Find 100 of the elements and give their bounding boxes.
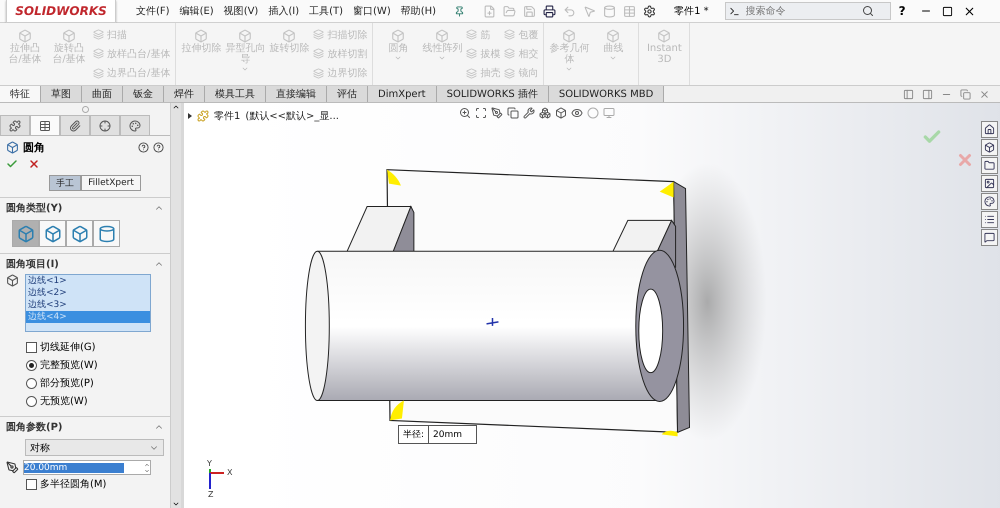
tree-node[interactable]: 零件1 bbox=[214, 109, 240, 123]
help-icon[interactable] bbox=[153, 142, 164, 153]
edge-list[interactable]: 边线<1> 边线<2> 边线<3> 边线<4> bbox=[25, 274, 151, 332]
menu-item[interactable]: 窗口(W) bbox=[353, 4, 391, 18]
radio-button[interactable] bbox=[26, 378, 37, 388]
scan-icon[interactable] bbox=[475, 107, 487, 119]
scroll-bar[interactable] bbox=[170, 103, 181, 508]
panel-tab[interactable] bbox=[30, 115, 60, 135]
ribbon-tab[interactable]: SOLIDWORKS MBD bbox=[548, 86, 664, 102]
spin-up-icon[interactable] bbox=[144, 462, 150, 468]
panel-tab[interactable] bbox=[120, 115, 150, 135]
section-title: 圆角类型(Y) bbox=[6, 202, 62, 215]
crosshair-icon bbox=[99, 120, 111, 132]
close-icon[interactable] bbox=[962, 4, 976, 18]
ribbon-tab[interactable]: 直接编辑 bbox=[266, 86, 327, 102]
task-pane-button[interactable] bbox=[981, 175, 998, 192]
task-pane-button[interactable] bbox=[981, 157, 998, 174]
ribbon-tab[interactable]: 钣金 bbox=[123, 86, 164, 102]
cancel-icon[interactable] bbox=[28, 158, 40, 170]
expand-arrow-icon[interactable] bbox=[188, 113, 192, 119]
menu-item[interactable]: 编辑(E) bbox=[180, 4, 214, 18]
document-title: 零件1 * bbox=[674, 5, 709, 18]
panel-tab[interactable] bbox=[60, 115, 90, 135]
ribbon-tab[interactable]: SOLIDWORKS 插件 bbox=[436, 86, 549, 102]
chat-icon bbox=[984, 232, 995, 243]
grip-handle[interactable] bbox=[82, 106, 88, 112]
box-icon bbox=[16, 224, 34, 242]
menu-item[interactable]: 视图(V) bbox=[224, 4, 258, 18]
restore-icon[interactable] bbox=[960, 88, 971, 100]
search-bar[interactable]: 搜索命令 bbox=[724, 2, 891, 20]
feature-title: 圆角 bbox=[23, 140, 45, 155]
search-icon[interactable] bbox=[862, 5, 874, 17]
task-pane-button[interactable] bbox=[981, 121, 998, 138]
edge-list-item[interactable]: 边线<3> bbox=[26, 299, 150, 311]
mode-toggle[interactable]: 手工 bbox=[49, 175, 82, 191]
box-icon[interactable] bbox=[555, 107, 567, 119]
box-icon bbox=[657, 29, 672, 43]
box-icon bbox=[238, 29, 252, 43]
menu-item[interactable]: 文件(F) bbox=[136, 4, 170, 18]
ribbon-tab[interactable]: 模具工具 bbox=[205, 86, 266, 102]
scroll-down-icon[interactable] bbox=[172, 500, 180, 508]
copy-icon[interactable] bbox=[507, 107, 519, 119]
fillet-type-button[interactable] bbox=[66, 220, 93, 247]
wrench-icon[interactable] bbox=[523, 107, 535, 119]
settings-icon[interactable] bbox=[643, 4, 656, 18]
mode-toggle[interactable]: FilletXpert bbox=[81, 175, 141, 191]
boxes-icon[interactable] bbox=[539, 107, 551, 119]
task-pane-button[interactable] bbox=[981, 139, 998, 156]
fillet-type-button[interactable] bbox=[93, 220, 120, 247]
ribbon-tab[interactable]: 评估 bbox=[327, 86, 368, 102]
menu-item[interactable]: 工具(T) bbox=[309, 4, 344, 18]
edge-list-item[interactable]: 边线<1> bbox=[26, 275, 150, 287]
ribbon-tab[interactable]: 焊件 bbox=[164, 86, 205, 102]
box-icon bbox=[435, 29, 450, 43]
box-icon bbox=[282, 29, 296, 43]
layers-icon bbox=[466, 29, 478, 40]
layers-icon bbox=[313, 48, 324, 60]
spin-down-icon[interactable] bbox=[144, 468, 150, 474]
task-pane-button[interactable] bbox=[981, 211, 998, 228]
checkbox[interactable] bbox=[26, 342, 37, 352]
search-input[interactable]: 搜索命令 bbox=[744, 4, 858, 18]
radio-button[interactable] bbox=[26, 396, 37, 406]
ribbon-tab[interactable]: DimXpert bbox=[368, 86, 437, 102]
ribbon-tab[interactable]: 特征 bbox=[0, 86, 41, 102]
panel-right-icon[interactable] bbox=[922, 88, 933, 100]
puzzle-icon bbox=[9, 120, 21, 132]
radius-input[interactable]: 20.00mm bbox=[24, 462, 124, 472]
checkbox[interactable] bbox=[26, 478, 37, 490]
edge-list-item[interactable]: 边线<2> bbox=[26, 287, 150, 299]
layers-icon bbox=[93, 29, 104, 40]
fillet-type-button[interactable] bbox=[39, 220, 66, 247]
pin-icon[interactable] bbox=[454, 6, 466, 16]
panel-tab[interactable] bbox=[0, 115, 30, 135]
help-button[interactable]: ? bbox=[898, 4, 906, 18]
radius-spin-box[interactable]: 20.00mm bbox=[23, 460, 151, 475]
eye-icon[interactable] bbox=[571, 107, 583, 119]
menu-item[interactable]: 帮助(H) bbox=[400, 4, 436, 18]
task-pane-button[interactable] bbox=[981, 193, 998, 210]
panel-left-icon[interactable] bbox=[903, 88, 914, 100]
panel-tab[interactable] bbox=[90, 115, 120, 135]
maximize-icon[interactable] bbox=[942, 6, 953, 16]
ribbon-tab[interactable]: 曲面 bbox=[82, 86, 123, 102]
scroll-up-icon[interactable] bbox=[172, 103, 180, 111]
pen-icon[interactable] bbox=[491, 107, 503, 119]
ribbon-tab[interactable]: 草图 bbox=[41, 86, 82, 102]
method-dropdown[interactable]: 对称 bbox=[25, 439, 164, 456]
menu-item[interactable]: 插入(I) bbox=[268, 4, 300, 18]
option-label: 部分预览(P) bbox=[40, 376, 94, 390]
confirm-icon[interactable] bbox=[6, 158, 18, 170]
printer-icon[interactable] bbox=[543, 4, 556, 18]
task-pane-button[interactable] bbox=[981, 229, 998, 246]
axis-label: Z bbox=[208, 490, 214, 499]
radio-button[interactable] bbox=[26, 360, 37, 370]
help-icon[interactable] bbox=[138, 142, 149, 153]
axis-label: X bbox=[227, 468, 232, 477]
zoom-icon[interactable] bbox=[459, 107, 471, 119]
layers-icon bbox=[504, 68, 516, 79]
box-icon bbox=[6, 274, 19, 287]
cylinder-icon bbox=[98, 224, 116, 242]
layers-icon bbox=[93, 68, 104, 79]
